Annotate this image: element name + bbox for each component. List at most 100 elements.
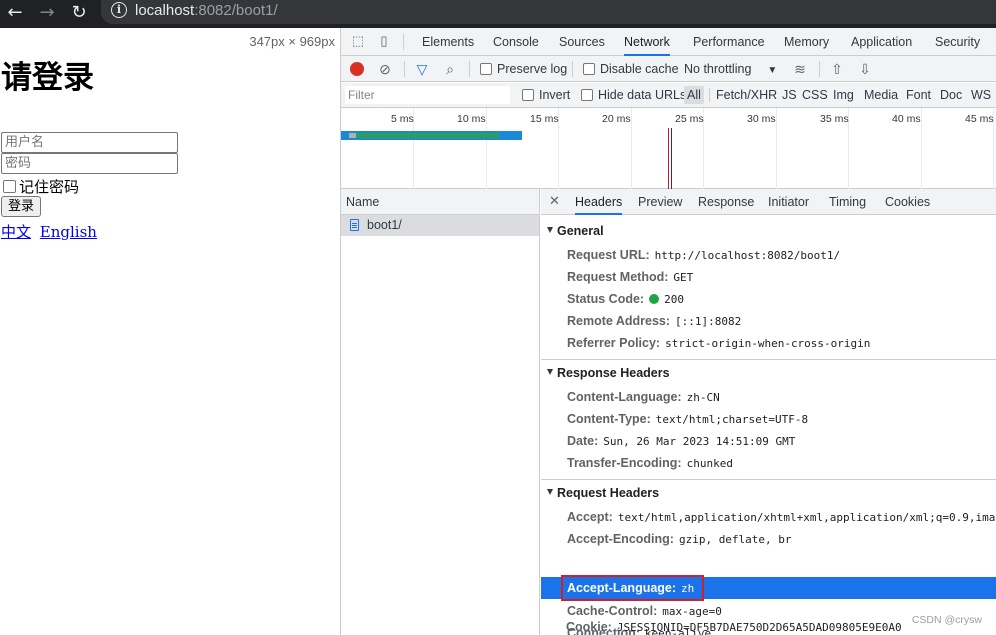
lang-en-link[interactable]: English bbox=[40, 223, 97, 241]
lang-zh-link[interactable]: 中文 bbox=[1, 223, 31, 241]
record-icon[interactable] bbox=[350, 62, 364, 76]
close-icon[interactable]: ✕ bbox=[549, 193, 560, 209]
tab-security[interactable]: Security bbox=[935, 28, 980, 56]
header-value: [::1]:8082 bbox=[675, 315, 742, 328]
forward-arrow-icon[interactable]: → bbox=[35, 0, 59, 28]
preserve-log-toggle[interactable]: Preserve log bbox=[480, 62, 567, 76]
tick-line bbox=[631, 108, 632, 189]
tab-preview[interactable]: Preview bbox=[638, 189, 682, 215]
detail-tabbar: ✕ Headers Preview Response Initiator Tim… bbox=[541, 189, 996, 215]
hide-data-urls-toggle[interactable]: Hide data URLs bbox=[581, 88, 686, 102]
devtools-panel: ⬚ ▯ Elements Console Sources Network Per… bbox=[340, 28, 996, 635]
back-arrow-icon[interactable]: ← bbox=[3, 0, 27, 28]
url-host: localhost bbox=[135, 2, 195, 19]
triangle-down-icon bbox=[547, 489, 553, 495]
header-value: http://localhost:8082/boot1/ bbox=[654, 249, 841, 262]
tick-label: 35 ms bbox=[820, 113, 849, 125]
disable-cache-toggle[interactable]: Disable cache bbox=[583, 62, 679, 76]
filter-type-media[interactable]: Media bbox=[864, 88, 898, 102]
load-event-marker bbox=[668, 128, 669, 189]
header-key: Date: bbox=[567, 434, 599, 448]
tab-console[interactable]: Console bbox=[493, 28, 539, 56]
tick-line bbox=[776, 108, 777, 189]
invert-toggle[interactable]: Invert bbox=[522, 88, 570, 102]
domcontentloaded-marker bbox=[671, 128, 672, 189]
language-links: 中文 English bbox=[1, 221, 101, 242]
response-headers-toggle[interactable]: Response Headers bbox=[547, 366, 670, 380]
response-headers-title: Response Headers bbox=[557, 366, 670, 380]
filter-type-css[interactable]: CSS bbox=[802, 88, 828, 102]
login-button[interactable]: 登录 bbox=[1, 196, 42, 217]
device-toolbar-icon[interactable]: ▯ bbox=[375, 32, 393, 50]
document-icon bbox=[350, 219, 359, 231]
tab-initiator[interactable]: Initiator bbox=[768, 189, 809, 215]
disable-cache-checkbox[interactable] bbox=[583, 63, 595, 75]
tab-application[interactable]: Application bbox=[851, 28, 912, 56]
filter-type-js[interactable]: JS bbox=[782, 88, 797, 102]
header-key: Cache-Control: bbox=[567, 604, 658, 618]
tick-line bbox=[921, 108, 922, 189]
tab-response[interactable]: Response bbox=[698, 189, 754, 215]
filter-type-font[interactable]: Font bbox=[906, 88, 931, 102]
status-ok-icon bbox=[649, 294, 660, 304]
header-key: Accept: bbox=[567, 510, 613, 524]
filter-icon[interactable]: ▽ bbox=[413, 60, 431, 78]
section-divider bbox=[541, 479, 996, 480]
header-value: text/html;charset=UTF-8 bbox=[655, 413, 809, 426]
invert-checkbox[interactable] bbox=[522, 89, 534, 101]
hide-data-urls-label: Hide data URLs bbox=[598, 88, 687, 102]
preserve-log-checkbox[interactable] bbox=[480, 63, 492, 75]
tab-elements[interactable]: Elements bbox=[422, 28, 474, 56]
header-value: chunked bbox=[686, 457, 733, 470]
hide-data-urls-checkbox[interactable] bbox=[581, 89, 593, 101]
import-har-icon[interactable]: ⇧ bbox=[828, 60, 846, 78]
site-info-icon[interactable]: i bbox=[111, 2, 127, 18]
tab-network[interactable]: Network bbox=[624, 28, 670, 56]
header-value: max-age=0 bbox=[662, 605, 722, 618]
watermark: CSDN @crysw bbox=[911, 614, 982, 626]
tab-memory[interactable]: Memory bbox=[784, 28, 829, 56]
address-bar[interactable]: i localhost:8082/boot1/ bbox=[101, 0, 996, 24]
address-url[interactable]: localhost:8082/boot1/ bbox=[135, 2, 278, 19]
network-overview-timeline[interactable]: 5 ms 10 ms 15 ms 20 ms 25 ms 30 ms 35 ms… bbox=[341, 108, 996, 189]
throttling-value: No throttling bbox=[684, 62, 752, 76]
request-headers-toggle[interactable]: Request Headers bbox=[547, 486, 659, 500]
network-toolbar: ⊘ ▽ ⌕ Preserve log Disable cache No thro… bbox=[341, 56, 996, 82]
url-path: :8082/boot1/ bbox=[194, 2, 278, 19]
tick-label: 40 ms bbox=[892, 113, 921, 125]
section-divider bbox=[541, 359, 996, 360]
header-key: Request URL: bbox=[567, 248, 650, 262]
tab-headers[interactable]: Headers bbox=[575, 189, 623, 215]
request-row[interactable]: boot1/ bbox=[341, 215, 539, 236]
name-column-header[interactable]: Name bbox=[341, 189, 539, 215]
devtools-tabbar: ⬚ ▯ Elements Console Sources Network Per… bbox=[341, 28, 996, 56]
filter-type-ws[interactable]: WS bbox=[971, 88, 991, 102]
throttling-select[interactable]: No throttling ▼ bbox=[684, 62, 777, 76]
header-key: Content-Type: bbox=[567, 412, 651, 426]
filter-type-doc[interactable]: Doc bbox=[940, 88, 962, 102]
header-row: Content-Language: zh-CN bbox=[567, 390, 720, 404]
export-har-icon[interactable]: ⇩ bbox=[856, 60, 874, 78]
search-icon[interactable]: ⌕ bbox=[441, 60, 459, 78]
filter-input[interactable]: Filter bbox=[345, 86, 510, 104]
tab-cookies[interactable]: Cookies bbox=[885, 189, 930, 215]
header-value: zh-CN bbox=[686, 391, 720, 404]
password-input[interactable]: 密码 bbox=[1, 153, 178, 174]
filter-type-fetch[interactable]: Fetch/XHR bbox=[716, 88, 777, 102]
filter-type-all[interactable]: All bbox=[684, 86, 704, 104]
remember-row: 记住密码 bbox=[3, 176, 79, 197]
request-list: Name boot1/ bbox=[341, 189, 540, 635]
filter-type-img[interactable]: Img bbox=[833, 88, 854, 102]
tab-timing[interactable]: Timing bbox=[829, 189, 866, 215]
tab-sources[interactable]: Sources bbox=[559, 28, 605, 56]
general-section-toggle[interactable]: General bbox=[547, 224, 604, 238]
network-conditions-icon[interactable]: ≋ bbox=[791, 60, 809, 78]
tab-performance[interactable]: Performance bbox=[693, 28, 765, 56]
viewport-size-label: 347px × 969px bbox=[249, 34, 335, 49]
username-input[interactable]: 用户名 bbox=[1, 132, 178, 153]
clear-icon[interactable]: ⊘ bbox=[376, 60, 394, 78]
remember-checkbox[interactable] bbox=[3, 180, 16, 193]
inspect-element-icon[interactable]: ⬚ bbox=[349, 32, 367, 50]
reload-icon[interactable]: ↻ bbox=[67, 0, 91, 28]
request-detail-pane: ✕ Headers Preview Response Initiator Tim… bbox=[541, 189, 996, 635]
